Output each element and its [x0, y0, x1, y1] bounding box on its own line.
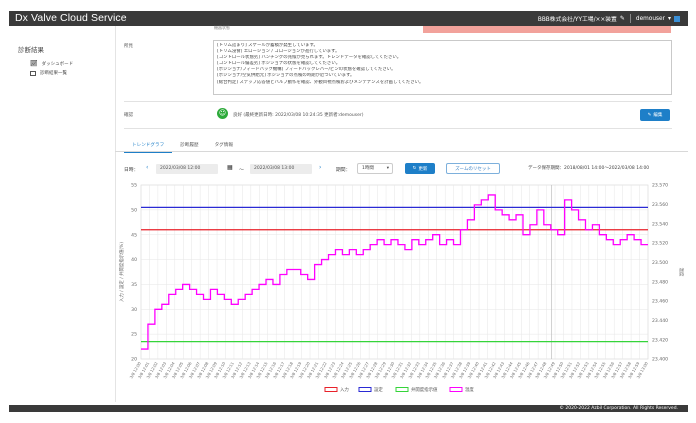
comment-line: [総合判定] ステップ応答値とバルブ動作を確認、外観目視点検およびメンテナンスを…	[217, 79, 424, 85]
legend-label: 温度	[465, 386, 474, 393]
sidebar-item-dashboard[interactable]: 📈︎ ダッシュボード	[30, 60, 73, 67]
edit-icon[interactable]: ✎	[620, 15, 625, 22]
y-left-tick-label: 50	[131, 207, 137, 213]
y-right-tick-label: 23.400	[652, 357, 668, 363]
edit-button-label: 編集	[653, 113, 663, 118]
chevron-left-icon[interactable]: ‹	[146, 164, 148, 171]
y-left-tick-label: 35	[131, 282, 137, 288]
chart-icon: 📈︎	[30, 60, 38, 67]
y-right-tick-label: 23.420	[652, 337, 668, 343]
y-left-tick-label: 30	[131, 307, 137, 313]
y-left-tick-label: 20	[131, 357, 137, 363]
y-right-tick-label: 23.460	[652, 299, 668, 305]
comment-textarea[interactable]: [トリム詰まり] スケールが蓄積が発生しています。 [トリム浸食] エロージョン…	[213, 40, 672, 95]
sidebar-item-label: 診断結果一覧	[40, 71, 67, 76]
legend-swatch	[324, 387, 338, 392]
chevron-right-icon[interactable]: ›	[319, 164, 321, 171]
header-right: BBB株式会社/YY工場/××装置 ✎ demouser ▾	[538, 11, 680, 26]
zoom-reset-button[interactable]: ズームのリセット	[446, 163, 500, 174]
legend-swatch	[449, 387, 463, 392]
footer: © 2020-2022 Azbil Corporation. All Right…	[9, 405, 688, 412]
y-right-tick-label: 23.540	[652, 221, 668, 227]
device-status-label: 機器状態	[214, 25, 230, 30]
y-right-tick-label: 23.570	[652, 183, 668, 189]
row-divider	[124, 128, 672, 129]
refresh-icon: ↻	[412, 166, 417, 171]
date-label: 日時：	[124, 168, 139, 173]
legend-label: 入力	[340, 386, 349, 393]
data-retention-period: データ保存期間：2018/08/01 14:00～2022/03/08 14:0…	[528, 166, 650, 171]
y-right-tick-label: 23.560	[652, 202, 668, 208]
sidebar-title: 診断結果	[18, 46, 44, 54]
y-right-tick-label: 23.520	[652, 241, 668, 247]
period-select[interactable]: 1時間 ▾	[357, 163, 393, 174]
legend-swatch	[358, 387, 372, 392]
date-tilde: ～	[239, 168, 244, 173]
update-button-label: 更新	[418, 166, 428, 172]
chevron-down-icon: ▾	[386, 166, 389, 171]
y-left-tick-label: 25	[131, 332, 137, 338]
tab-underline	[115, 151, 688, 152]
confirm-label: 確認	[124, 113, 133, 118]
y-left-tick-label: 40	[131, 257, 137, 263]
y-right-tick-label: 23.500	[652, 260, 668, 266]
sidebar-item-diagnosis-list[interactable]: 診断結果一覧	[30, 70, 67, 76]
table-icon	[30, 70, 36, 76]
legend-label: 設定	[374, 386, 383, 393]
period-label: 期間：	[336, 168, 351, 173]
period-select-value: 1時間	[362, 166, 374, 171]
legend-label: 弁開度指示値	[411, 386, 438, 393]
site-path: BBB株式会社/YY工場/××装置	[537, 17, 617, 23]
y-right-tick-label: 23.440	[652, 318, 668, 324]
smile-icon: ☺	[217, 108, 228, 119]
calendar-icon[interactable]: ▦	[227, 164, 233, 171]
trend-chart[interactable]: 3/8 12:003/8 12:013/8 12:023/8 12:033/8 …	[115, 175, 688, 400]
row-divider	[124, 101, 672, 102]
y-left-tick-label: 55	[131, 183, 137, 189]
app-title[interactable]: Dx Valve Cloud Service	[15, 11, 127, 26]
top-bar: Dx Valve Cloud Service BBB株式会社/YY工場/××装置…	[9, 11, 688, 26]
chevron-down-icon[interactable]: ▾	[668, 15, 671, 22]
end-date-input[interactable]: 2022/03/08 13:00	[250, 164, 312, 174]
comment-label: 所見	[124, 44, 133, 49]
edit-button[interactable]: ✎ 編集	[640, 109, 670, 121]
status-text: 良好 (最終更新日時: 2022/03/08 10:24:35 更新者:demo…	[233, 113, 364, 118]
menu-icon[interactable]	[674, 15, 680, 22]
header-divider	[629, 14, 631, 23]
y-left-axis-title: 入力 / 設定 / 弁開度指示値(%)	[118, 242, 125, 302]
y-right-tick-label: 23.480	[652, 279, 668, 285]
edit-icon: ✎	[647, 112, 652, 118]
y-left-tick-label: 45	[131, 232, 137, 238]
alert-strip	[423, 26, 671, 33]
update-button[interactable]: ↻ 更新	[405, 163, 435, 174]
y-right-axis-title: 温度	[678, 268, 685, 277]
legend-swatch	[395, 387, 409, 392]
sidebar-item-label: ダッシュボード	[41, 61, 74, 67]
user-name[interactable]: demouser	[636, 16, 665, 22]
start-date-input[interactable]: 2022/03/08 12:00	[156, 164, 218, 174]
